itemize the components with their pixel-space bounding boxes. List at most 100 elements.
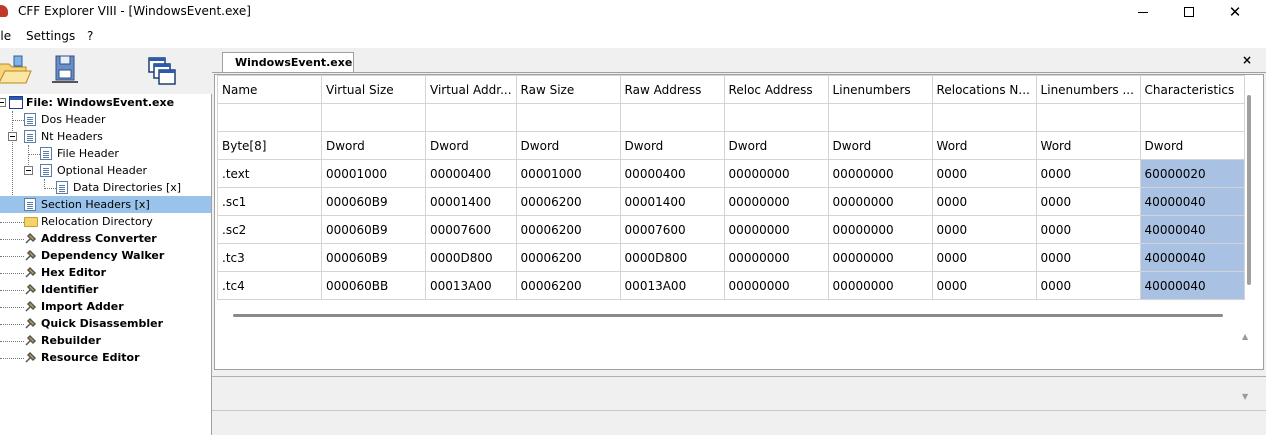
table-cell[interactable]: 40000040: [1139, 271, 1245, 300]
column-header[interactable]: Raw Size: [515, 75, 621, 104]
table-cell[interactable]: 00007600: [425, 215, 517, 244]
type-cell[interactable]: Byte[8]: [217, 131, 322, 160]
tree-node-optional-header[interactable]: Optional Header: [0, 162, 212, 179]
collapse-icon[interactable]: [0, 98, 6, 107]
column-header[interactable]: Characteristics: [1139, 75, 1245, 104]
table-cell[interactable]: 00001400: [425, 187, 517, 216]
table-cell[interactable]: 0000: [931, 271, 1037, 300]
filter-cell[interactable]: [931, 103, 1037, 132]
table-cell[interactable]: 00000000: [723, 187, 829, 216]
table-cell[interactable]: 0000: [1035, 215, 1141, 244]
tree-node-dependency-walker[interactable]: Dependency Walker: [0, 247, 212, 264]
table-row[interactable]: .tc3 000060B9 0000D800 00006200 0000D800 0000…: [217, 243, 1245, 272]
table-cell[interactable]: 40000040: [1139, 215, 1245, 244]
grid-type-row[interactable]: Byte[8] Dword Dword Dword Dword Dword Dword Wor…: [217, 131, 1245, 160]
table-cell[interactable]: 40000040: [1139, 187, 1245, 216]
table-cell[interactable]: 00000000: [723, 215, 829, 244]
table-cell[interactable]: 0000: [1035, 243, 1141, 272]
table-cell[interactable]: 00006200: [515, 243, 621, 272]
table-cell[interactable]: 0000: [1035, 271, 1141, 300]
collapse-icon[interactable]: [24, 166, 33, 175]
type-cell[interactable]: Word: [1035, 131, 1141, 160]
table-cell[interactable]: .sc2: [217, 215, 322, 244]
maximize-button[interactable]: [1166, 0, 1212, 24]
table-cell[interactable]: 00001000: [321, 159, 426, 188]
tree-node-file-header[interactable]: File Header: [0, 145, 212, 162]
table-cell[interactable]: 40000040: [1139, 243, 1245, 272]
table-cell[interactable]: .sc1: [217, 187, 322, 216]
table-cell[interactable]: 0000D800: [425, 243, 517, 272]
table-cell[interactable]: 000060B9: [321, 215, 426, 244]
table-cell[interactable]: 00000000: [723, 159, 829, 188]
table-cell[interactable]: 00007600: [619, 215, 725, 244]
type-cell[interactable]: Word: [931, 131, 1037, 160]
type-cell[interactable]: Dword: [515, 131, 621, 160]
tree-node-hex-editor[interactable]: Hex Editor: [0, 264, 212, 281]
filter-cell[interactable]: [1035, 103, 1141, 132]
tree-node-resource-editor[interactable]: Resource Editor: [0, 349, 212, 366]
collapse-icon[interactable]: [8, 132, 17, 141]
menu-file[interactable]: File: [0, 29, 11, 43]
table-cell[interactable]: .text: [217, 159, 322, 188]
type-cell[interactable]: Dword: [723, 131, 829, 160]
column-header[interactable]: Virtual Addr...: [425, 75, 517, 104]
column-header[interactable]: Raw Address: [619, 75, 725, 104]
grid-filter-row[interactable]: [217, 103, 1245, 132]
table-cell[interactable]: 60000020: [1139, 159, 1245, 188]
minimize-button[interactable]: [1120, 0, 1166, 24]
tab-windowsevent[interactable]: WindowsEvent.exe: [222, 52, 354, 73]
tree-node-data-directories[interactable]: Data Directories [x]: [0, 179, 212, 196]
table-cell[interactable]: .tc3: [217, 243, 322, 272]
table-cell[interactable]: 00013A00: [425, 271, 517, 300]
tree-node-address-converter[interactable]: Address Converter: [0, 230, 212, 247]
table-cell[interactable]: 0000D800: [619, 243, 725, 272]
type-cell[interactable]: Dword: [827, 131, 933, 160]
table-cell[interactable]: 0000: [931, 243, 1037, 272]
table-cell[interactable]: 00000000: [723, 243, 829, 272]
table-cell[interactable]: 00000000: [827, 271, 933, 300]
tree-node-import-adder[interactable]: Import Adder: [0, 298, 212, 315]
tree-node-quick-disassembler[interactable]: Quick Disassembler: [0, 315, 212, 332]
table-cell[interactable]: 0000: [931, 215, 1037, 244]
table-row[interactable]: .sc1 000060B9 00001400 00006200 00001400 0000…: [217, 187, 1245, 216]
tree-node-identifier[interactable]: Identifier: [0, 281, 212, 298]
table-cell[interactable]: 00006200: [515, 215, 621, 244]
table-cell[interactable]: 0000: [1035, 187, 1141, 216]
grid-header-row[interactable]: Name Virtual Size Virtual Addr... Raw Size R…: [217, 75, 1245, 104]
table-cell[interactable]: 00001000: [515, 159, 621, 188]
menu-help[interactable]: ?: [87, 29, 93, 43]
column-header[interactable]: Linenumbers ...: [1035, 75, 1141, 104]
table-cell[interactable]: 00000400: [425, 159, 517, 188]
horizontal-scrollbar-thumb[interactable]: [233, 314, 1223, 317]
close-button[interactable]: ✕: [1212, 0, 1258, 24]
save-button[interactable]: [46, 52, 82, 88]
column-header[interactable]: Linenumbers: [827, 75, 933, 104]
table-cell[interactable]: 00001400: [619, 187, 725, 216]
filter-cell[interactable]: [827, 103, 933, 132]
tree-node-nt-headers[interactable]: Nt Headers: [0, 128, 212, 145]
table-row[interactable]: .text 00001000 00000400 00001000 00000400 000…: [217, 159, 1245, 188]
table-cell[interactable]: 00000000: [827, 243, 933, 272]
column-header[interactable]: Reloc Address: [723, 75, 829, 104]
table-cell[interactable]: 00000000: [723, 271, 829, 300]
filter-cell[interactable]: [425, 103, 517, 132]
type-cell[interactable]: Dword: [1139, 131, 1245, 160]
open-button[interactable]: [0, 52, 32, 88]
table-cell[interactable]: 00006200: [515, 271, 621, 300]
table-row[interactable]: .sc2 000060B9 00007600 00006200 00007600 0000…: [217, 215, 1245, 244]
table-cell[interactable]: 00006200: [515, 187, 621, 216]
tree-node-section-headers[interactable]: Section Headers [x]: [0, 196, 211, 213]
table-cell[interactable]: 0000: [1035, 159, 1141, 188]
table-cell[interactable]: 000060B9: [321, 243, 426, 272]
type-cell[interactable]: Dword: [425, 131, 517, 160]
table-cell[interactable]: .tc4: [217, 271, 322, 300]
table-cell[interactable]: 00000400: [619, 159, 725, 188]
tree-node-relocation-directory[interactable]: Relocation Directory: [0, 213, 212, 230]
table-cell[interactable]: 0000: [931, 159, 1037, 188]
tree-node-rebuilder[interactable]: Rebuilder: [0, 332, 212, 349]
column-header[interactable]: Relocations N...: [931, 75, 1037, 104]
filter-cell[interactable]: [515, 103, 621, 132]
menu-settings[interactable]: Settings: [26, 29, 75, 43]
scroll-down-icon[interactable]: ▼: [1242, 392, 1248, 401]
table-cell[interactable]: 000060B9: [321, 187, 426, 216]
